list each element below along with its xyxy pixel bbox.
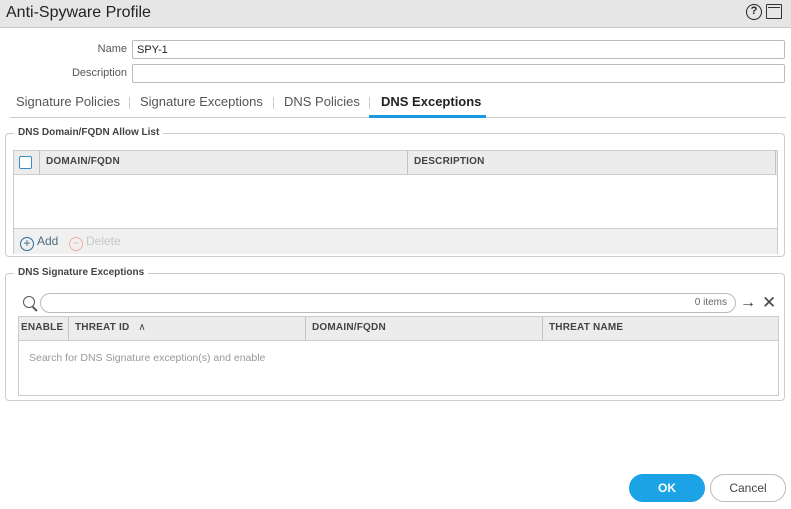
tab-signature-policies[interactable]: Signature Policies — [16, 94, 120, 116]
description-input[interactable] — [132, 64, 785, 83]
search-icon — [23, 296, 35, 308]
allow-list-group: DNS Domain/FQDN Allow List DOMAIN/FQDN D… — [5, 127, 785, 257]
description-label: Description — [71, 67, 127, 79]
allow-list-header: DOMAIN/FQDN DESCRIPTION — [14, 151, 777, 175]
ok-button[interactable]: OK — [629, 474, 705, 502]
sort-ascending-icon: ∧ — [138, 322, 146, 333]
cancel-button[interactable]: Cancel — [710, 474, 786, 502]
signature-exceptions-grid: ENABLE THREAT ID ∧ DOMAIN/FQDN THREAT NA… — [18, 316, 779, 396]
tab-bar: Signature Policies Signature Exceptions … — [10, 92, 786, 118]
column-enable[interactable]: ENABLE — [19, 317, 69, 341]
name-label: Name — [97, 43, 127, 55]
select-all-checkbox[interactable] — [19, 156, 32, 169]
clear-filter-icon[interactable]: ✕ — [762, 294, 776, 311]
add-icon: + — [20, 237, 34, 251]
column-domain-fqdn[interactable]: DOMAIN/FQDN — [306, 317, 543, 341]
column-threat-id-label: THREAT ID — [75, 322, 130, 333]
signature-exceptions-legend: DNS Signature Exceptions — [14, 267, 149, 278]
dialog-title: Anti-Spyware Profile — [6, 4, 151, 21]
apply-filter-arrow-icon[interactable]: → — [740, 295, 756, 311]
item-count: 0 items — [694, 297, 727, 308]
tab-dns-exceptions[interactable]: DNS Exceptions — [381, 94, 481, 116]
add-label: Add — [37, 234, 59, 248]
column-threat-id[interactable]: THREAT ID ∧ — [69, 317, 306, 341]
maximize-icon[interactable] — [766, 4, 782, 19]
active-tab-indicator — [369, 115, 486, 118]
tab-separator — [369, 97, 370, 109]
signature-exceptions-header: ENABLE THREAT ID ∧ DOMAIN/FQDN THREAT NA… — [19, 317, 778, 341]
help-icon[interactable]: ? — [746, 4, 762, 20]
delete-button[interactable]: − Delete — [69, 234, 121, 251]
tab-separator — [273, 97, 274, 109]
column-threat-name[interactable]: THREAT NAME — [543, 317, 778, 341]
allow-list-legend: DNS Domain/FQDN Allow List — [14, 127, 164, 138]
delete-label: Delete — [86, 234, 121, 248]
title-bar: Anti-Spyware Profile ? — [0, 0, 791, 28]
anti-spyware-profile-dialog: Anti-Spyware Profile ? Name Description … — [0, 0, 791, 509]
search-input[interactable]: 0 items — [40, 293, 736, 313]
tab-signature-exceptions[interactable]: Signature Exceptions — [140, 94, 263, 116]
column-description[interactable]: DESCRIPTION — [408, 151, 776, 175]
tab-separator — [129, 97, 130, 109]
delete-icon: − — [69, 237, 83, 251]
add-button[interactable]: + Add — [20, 234, 58, 251]
column-domain-fqdn[interactable]: DOMAIN/FQDN — [40, 151, 408, 175]
empty-state-message: Search for DNS Signature exception(s) an… — [29, 352, 266, 364]
signature-exceptions-group: DNS Signature Exceptions 0 items → ✕ ENA… — [5, 267, 785, 401]
select-all-cell — [14, 151, 40, 175]
allow-list-toolbar: + Add − Delete — [14, 228, 777, 254]
tab-dns-policies[interactable]: DNS Policies — [284, 94, 360, 116]
allow-list-grid: DOMAIN/FQDN DESCRIPTION + Add − Delete — [13, 150, 778, 254]
name-input[interactable] — [132, 40, 785, 59]
